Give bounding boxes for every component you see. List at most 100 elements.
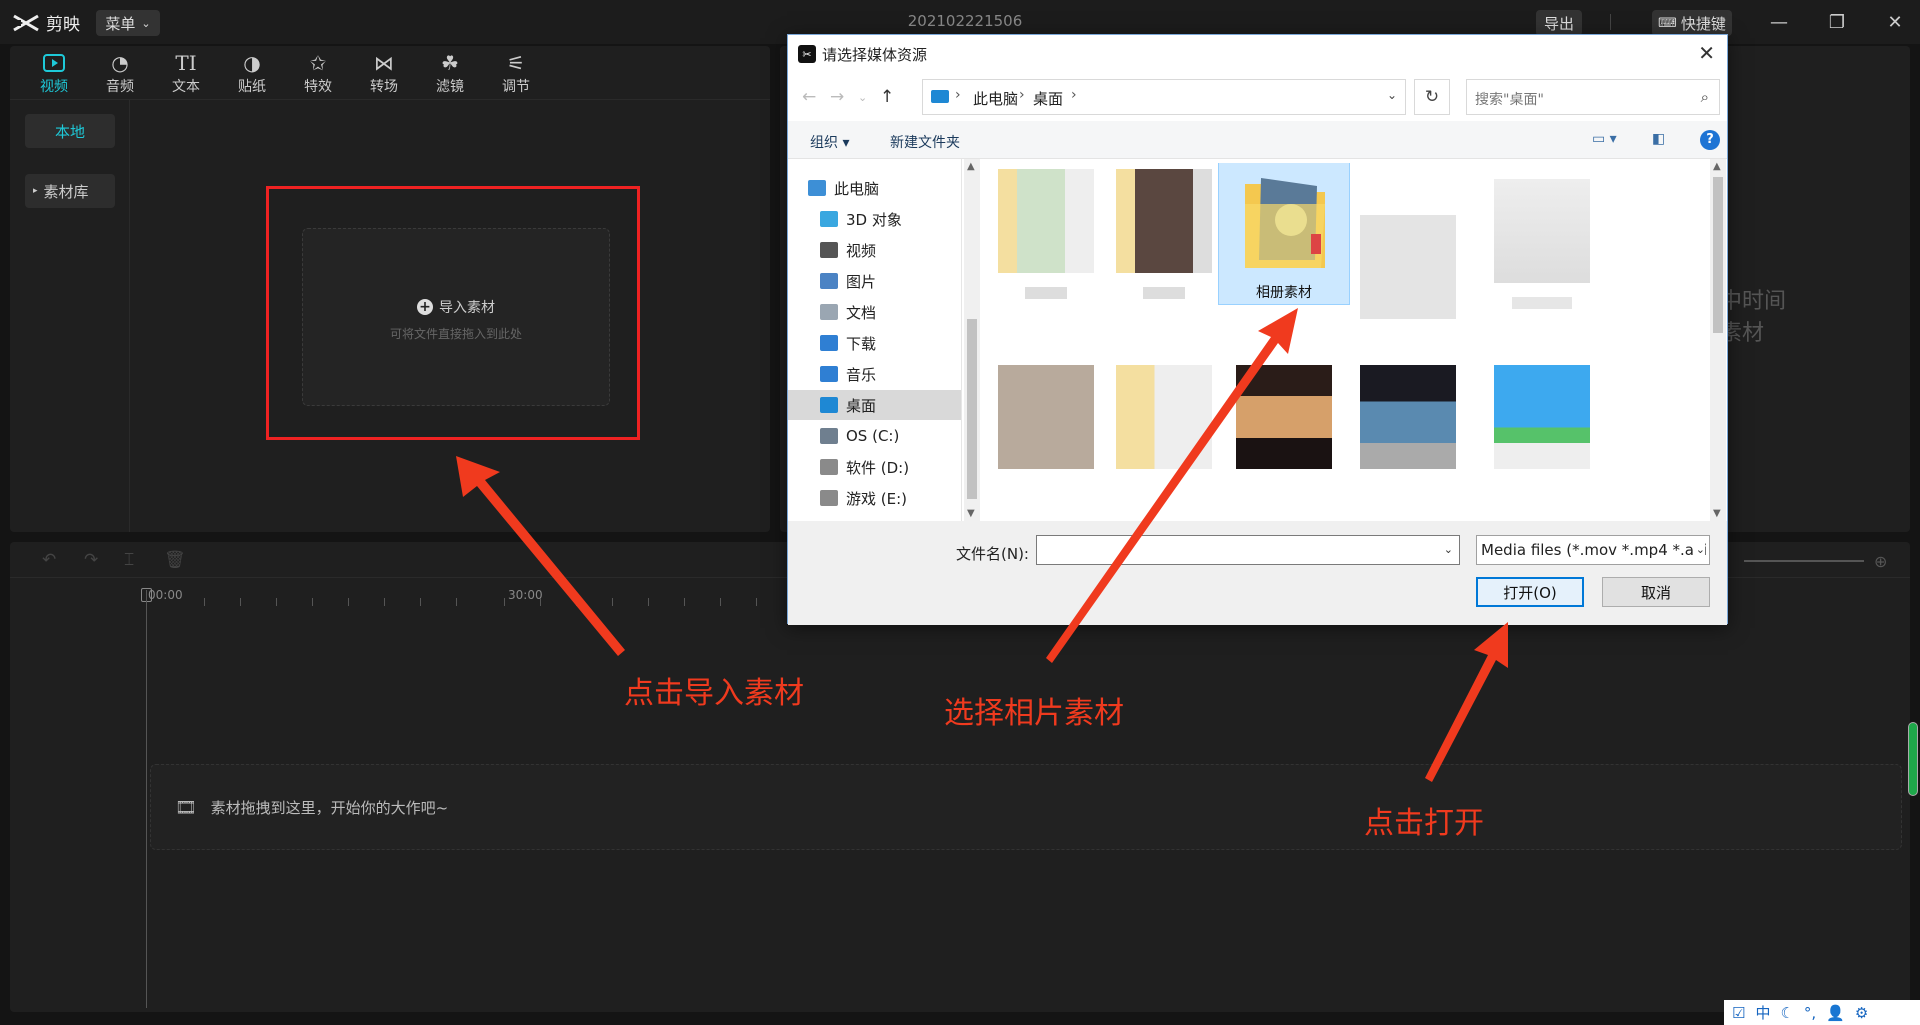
punctuation-icon[interactable]: °, [1804,1004,1816,1022]
nav-item[interactable]: 下载 [788,328,961,358]
tab-effects[interactable]: ✩ 特效 [290,50,346,100]
zoom-slider[interactable] [1744,560,1864,562]
search-input[interactable]: 搜索"桌面" ⌕ [1466,79,1720,115]
file-thumbnail [998,169,1094,273]
folder-icon [820,490,838,506]
forward-icon[interactable]: → [830,87,844,107]
divider [1610,14,1611,30]
text-icon: TI [175,51,197,75]
command-bar: 组织 ▾ 新建文件夹 ▭ ▾ ◧ ? [788,121,1727,159]
gear-icon[interactable]: ⚙ [1855,1004,1868,1022]
nav-item[interactable]: 桌面 [788,390,961,420]
undo-icon[interactable]: ↶ [42,550,56,570]
filename-input[interactable]: ⌄ [1036,535,1460,565]
close-window-button[interactable]: ✕ [1880,8,1910,36]
delete-icon[interactable]: 🗑 [164,550,186,570]
shortcut-button[interactable]: ⌨ 快捷键 [1652,10,1732,36]
file-item[interactable] [1098,163,1230,311]
file-item[interactable] [1342,209,1474,357]
tab-sticker[interactable]: ◑ 贴纸 [224,50,280,100]
nav-item[interactable]: 软件 (D:) [788,452,961,482]
chevron-down-icon[interactable]: ⌄ [1387,88,1397,102]
file-list: 相册素材 [980,163,1702,519]
nav-item-label: 3D 对象 [846,210,902,229]
refresh-button[interactable]: ↻ [1414,79,1450,115]
tab-audio[interactable]: ◔ 音频 [92,50,148,100]
organize-button[interactable]: 组织 ▾ [810,132,849,152]
effects-icon: ✩ [309,51,327,75]
help-icon[interactable]: ? [1700,130,1720,150]
file-item[interactable] [980,163,1112,311]
film-icon: 🎞 [175,797,197,818]
folder-icon [820,428,838,444]
file-thumbnail [1494,179,1590,283]
preview-pane-icon[interactable]: ◧ [1652,131,1665,147]
filetype-select[interactable]: Media files (*.mov *.mp4 *.avi ⌄ [1476,535,1710,565]
nav-item[interactable]: 3D 对象 [788,204,961,234]
up-icon[interactable]: ↑ [880,87,894,107]
moon-icon[interactable]: ☾ [1780,1004,1793,1022]
sidebar-item-library[interactable]: ▸ 素材库 [25,174,115,208]
main-track-dropzone[interactable]: 🎞 素材拖拽到这里，开始你的大作吧~ [150,764,1902,850]
file-item[interactable] [1098,359,1230,507]
ime-indicator[interactable]: 中 [1755,1002,1770,1023]
tab-filter[interactable]: ☘ 滤镜 [422,50,478,100]
folder-icon [820,273,838,289]
minimize-button[interactable]: — [1764,8,1794,36]
user-icon[interactable]: 👤 [1826,1004,1845,1022]
nav-scrollbar[interactable]: ▲ ▼ [964,159,980,521]
nav-item[interactable]: 文件 (F:) [788,514,961,522]
project-title: 202102221506 [907,12,1023,30]
sidebar-item-local[interactable]: 本地 [25,114,115,148]
highlight-box [266,186,640,440]
nav-item[interactable]: 游戏 (E:) [788,483,961,513]
redo-icon[interactable]: ↷ [84,550,98,570]
files-scrollbar[interactable]: ▲ ▼ [1710,159,1726,521]
playhead[interactable] [146,590,147,1008]
tab-text[interactable]: TI 文本 [158,50,214,100]
split-icon[interactable]: ⌶ [124,550,134,570]
chevron-down-icon[interactable]: ⌄ [1444,543,1453,556]
back-icon[interactable]: ← [802,87,816,107]
address-bar[interactable]: › 此电脑 › 桌面 › ⌄ [922,79,1406,115]
nav-item[interactable]: 图片 [788,266,961,296]
nav-item[interactable]: 视频 [788,235,961,265]
tab-video[interactable]: 视频 [26,50,82,100]
chevron-down-icon: ⌄ [141,16,151,30]
nav-item[interactable]: 文档 [788,297,961,327]
file-item[interactable] [1218,359,1350,507]
file-thumbnail [1236,365,1332,469]
refresh-icon: ↻ [1424,87,1440,107]
file-item[interactable] [1476,173,1608,321]
menu-button[interactable]: 菜单 ⌄ [96,10,160,36]
new-folder-button[interactable]: 新建文件夹 [890,132,960,152]
nav-item-label: 软件 (D:) [846,458,910,477]
nav-item-label: 桌面 [846,396,877,415]
dialog-close-icon[interactable]: ✕ [1698,41,1715,65]
checkmark-icon[interactable]: ☑ [1732,1004,1745,1022]
recent-dropdown-icon[interactable]: ⌄ [858,91,867,104]
view-options-icon[interactable]: ▭ ▾ [1592,131,1617,147]
address-row: ← → ⌄ ↑ › 此电脑 › 桌面 › ⌄ ↻ 搜索"桌面" ⌕ [788,75,1727,117]
tab-transition[interactable]: ⋈ 转场 [356,50,412,100]
breadcrumb-this-pc[interactable]: 此电脑 [973,88,1018,109]
preview-hint: 中时间 素材 [1720,289,1787,346]
file-item-album-folder[interactable]: 相册素材 [1218,163,1350,305]
file-item[interactable] [1342,359,1474,507]
zoom-in-icon[interactable]: ⊕ [1874,552,1887,571]
export-button[interactable]: 导出 [1536,10,1582,36]
nav-item[interactable]: OS (C:) [788,421,961,451]
chevron-down-icon: ⌄ [1693,543,1705,556]
nav-item[interactable]: 此电脑 [788,173,961,203]
open-button[interactable]: 打开(O) [1476,577,1584,607]
annotation-select: 选择相片素材 [944,696,1124,731]
file-thumbnail [1360,215,1456,319]
breadcrumb-desktop[interactable]: 桌面 [1033,88,1063,109]
cancel-button[interactable]: 取消 [1602,577,1710,607]
restore-button[interactable]: ❐ [1822,8,1852,36]
file-item[interactable] [980,359,1112,507]
file-item[interactable] [1476,359,1608,507]
nav-item[interactable]: 音乐 [788,359,961,389]
computer-icon [931,90,949,103]
tab-adjust[interactable]: ⚟ 调节 [488,50,544,100]
